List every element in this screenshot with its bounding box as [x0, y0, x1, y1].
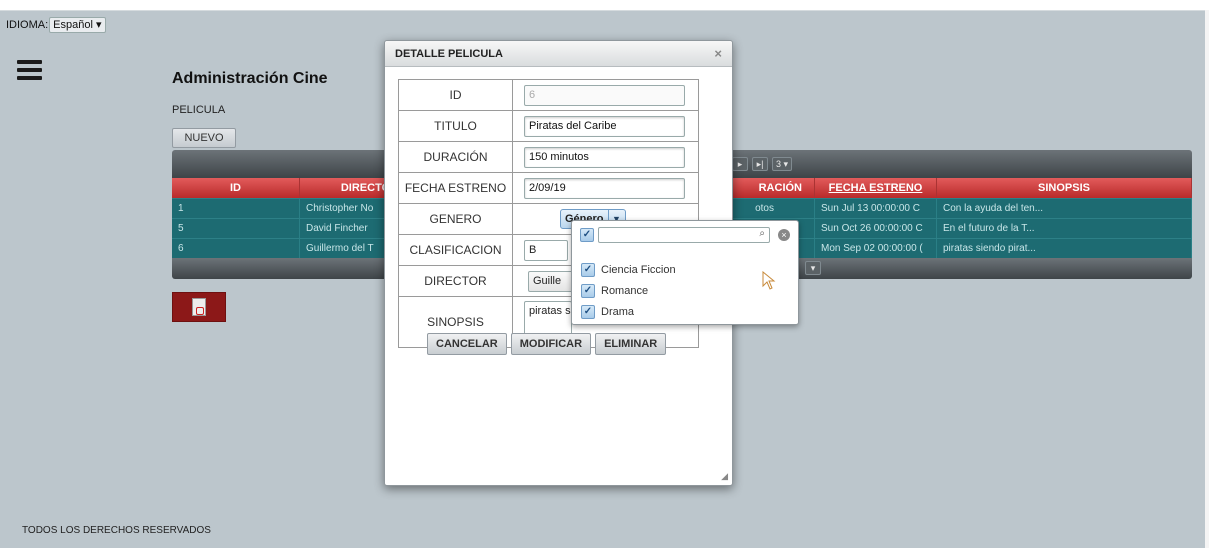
option-romance[interactable]: ✓ Romance — [581, 280, 676, 301]
duracion-field[interactable]: 150 minutos — [524, 146, 685, 168]
clasificacion-label: CLASIFICACION — [398, 234, 513, 266]
clear-icon[interactable]: × — [778, 229, 790, 241]
page-title: Administración Cine — [172, 70, 328, 87]
checkbox-checked-icon[interactable]: ✓ — [581, 262, 595, 277]
page-size-select[interactable]: 3 ▾ — [772, 157, 793, 171]
fecha-label: FECHA ESTRENO — [398, 172, 513, 204]
page-size-arrow-icon[interactable]: ▾ — [805, 261, 821, 275]
section-label: PELICULA — [172, 104, 226, 116]
duracion-label: DURACIÓN — [398, 141, 513, 173]
id-label: ID — [398, 79, 513, 111]
search-icon: ⌕ — [759, 228, 765, 239]
right-scrollbar[interactable] — [1205, 10, 1209, 548]
language-label: IDIOMA: — [6, 19, 49, 31]
modify-button[interactable]: MODIFICAR — [510, 333, 592, 355]
option-drama[interactable]: ✓ Drama — [581, 301, 676, 322]
delete-button[interactable]: ELIMINAR — [595, 333, 667, 355]
resize-handle-icon[interactable]: ◢ — [721, 471, 728, 482]
genero-label: GENERO — [398, 203, 513, 235]
genero-options: ✓ Ciencia Ficcion ✓ Romance ✓ Drama — [581, 259, 676, 322]
titulo-field[interactable]: Piratas del Caribe — [524, 115, 685, 137]
option-ciencia-ficcion[interactable]: ✓ Ciencia Ficcion — [581, 259, 676, 280]
checkbox-checked-icon[interactable]: ✓ — [581, 304, 595, 319]
close-icon[interactable]: × — [714, 41, 722, 67]
dialog-title-bar[interactable]: DETALLE PELICULA × — [385, 41, 732, 67]
fecha-field[interactable]: 2/09/19 — [524, 177, 685, 199]
language-selector: IDIOMA: Español ▾ — [6, 17, 106, 33]
clasificacion-select[interactable]: B — [524, 239, 568, 261]
id-field: 6 — [524, 84, 685, 106]
menu-icon[interactable] — [17, 60, 42, 84]
last-page-icon[interactable]: ▸| — [752, 157, 768, 171]
dialog-actions: CANCELAR MODIFICAR ELIMINAR — [427, 333, 667, 355]
director-label: DIRECTOR — [398, 265, 513, 297]
select-all-checkbox[interactable]: ✓ — [580, 228, 594, 242]
director-select[interactable]: Guille — [528, 270, 576, 292]
column-header-id[interactable]: ID — [172, 178, 300, 198]
titulo-label: TITULO — [398, 110, 513, 142]
pdf-export-icon[interactable] — [172, 292, 226, 322]
genero-search-input[interactable]: ⌕ — [598, 227, 770, 243]
cancel-button[interactable]: CANCELAR — [427, 333, 507, 355]
language-select[interactable]: Español ▾ — [49, 17, 106, 33]
mouse-cursor-icon — [762, 271, 776, 290]
checkbox-checked-icon[interactable]: ✓ — [581, 283, 595, 298]
next-page-icon[interactable]: ▸ — [732, 157, 748, 171]
dialog-title: DETALLE PELICULA — [395, 48, 503, 60]
column-header-sinopsis[interactable]: SINOPSIS — [937, 178, 1192, 198]
column-header-fecha[interactable]: FECHA ESTRENO — [815, 178, 937, 198]
new-button[interactable]: NUEVO — [172, 128, 236, 148]
footer-text: TODOS LOS DERECHOS RESERVADOS — [22, 525, 211, 536]
